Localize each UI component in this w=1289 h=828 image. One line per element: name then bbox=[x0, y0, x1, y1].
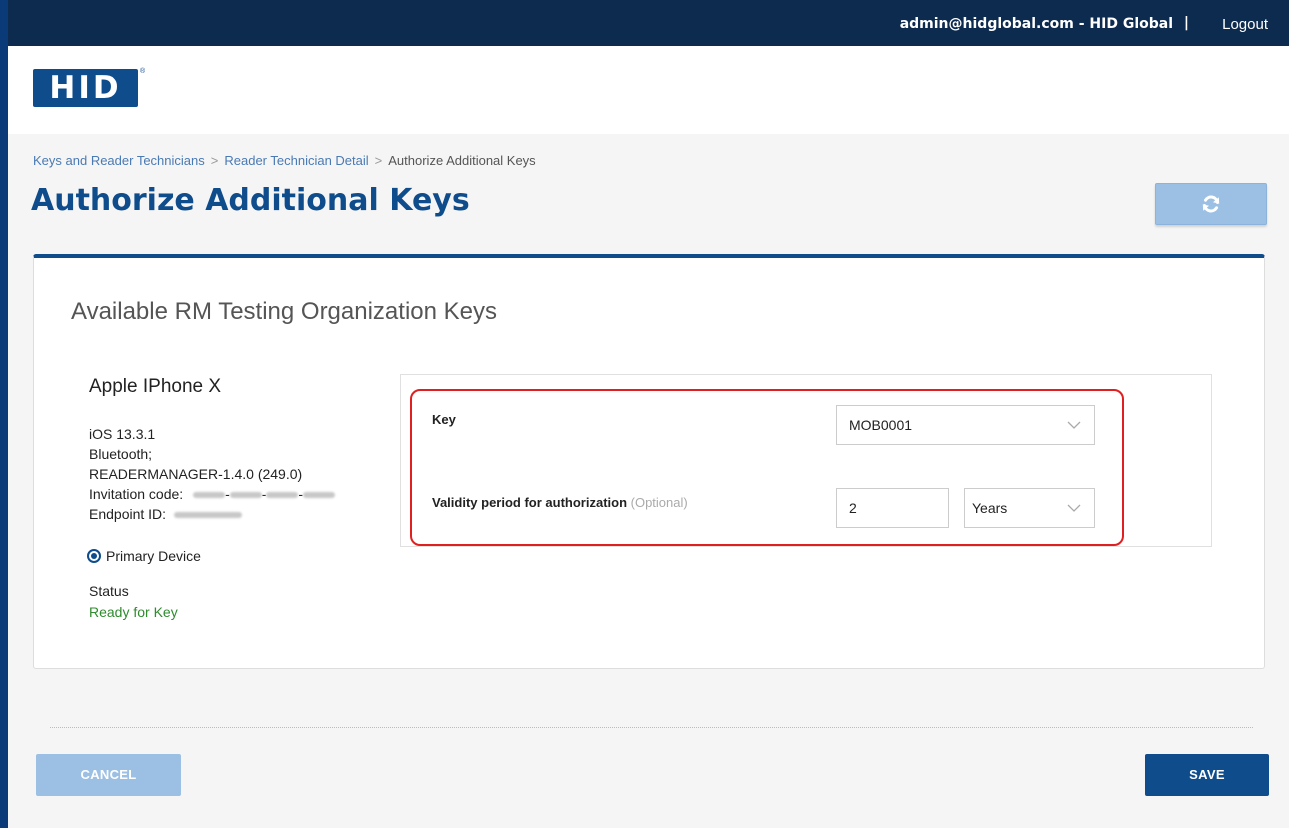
save-button[interactable]: SAVE bbox=[1145, 754, 1269, 796]
invitation-code: Invitation code: --- bbox=[89, 484, 336, 504]
header: HID ® bbox=[8, 46, 1289, 134]
key-select-value: MOB0001 bbox=[849, 417, 913, 433]
breadcrumb-reader-technician-detail[interactable]: Reader Technician Detail bbox=[224, 153, 368, 168]
validity-label-text: Validity period for authorization bbox=[432, 495, 628, 510]
cancel-button[interactable]: CANCEL bbox=[36, 754, 181, 796]
breadcrumb: Keys and Reader Technicians > Reader Techn… bbox=[33, 153, 536, 168]
primary-device-option[interactable]: Primary Device bbox=[87, 548, 201, 564]
invitation-code-value-redacted: --- bbox=[187, 486, 336, 502]
device-connection: Bluetooth; bbox=[89, 446, 153, 462]
divider bbox=[50, 727, 1253, 728]
endpoint-id: Endpoint ID: bbox=[89, 504, 335, 524]
device-os: iOS 13.3.1 bbox=[89, 426, 156, 442]
window-frame bbox=[0, 0, 8, 828]
logout-link[interactable]: Logout bbox=[1222, 16, 1268, 33]
breadcrumb-separator: > bbox=[210, 153, 219, 168]
page-title: Authorize Additional Keys bbox=[31, 183, 470, 218]
endpoint-id-label: Endpoint ID: bbox=[89, 506, 167, 522]
account-info: admin@hidglobal.com - HID Global bbox=[899, 16, 1173, 32]
validity-unit-select[interactable]: Years bbox=[964, 488, 1095, 528]
card-title: Available RM Testing Organization Keys bbox=[71, 298, 497, 325]
chevron-down-icon bbox=[1067, 504, 1081, 512]
key-select[interactable]: MOB0001 bbox=[836, 405, 1095, 445]
top-bar: admin@hidglobal.com - HID Global | Logou… bbox=[8, 0, 1289, 46]
validity-period-input[interactable]: 2 bbox=[836, 488, 949, 528]
device-details: iOS 13.3.1 Bluetooth; READERMANAGER-1.4.… bbox=[89, 424, 336, 524]
status-label: Status bbox=[89, 583, 129, 599]
validity-label: Validity period for authorization (Optio… bbox=[432, 495, 688, 510]
validity-optional-hint: (Optional) bbox=[630, 495, 688, 510]
hid-logo[interactable]: HID bbox=[33, 69, 138, 107]
breadcrumb-separator: > bbox=[374, 153, 383, 168]
breadcrumb-current: Authorize Additional Keys bbox=[388, 153, 536, 168]
topbar-separator: | bbox=[1183, 15, 1189, 31]
breadcrumb-keys-and-reader-technicians[interactable]: Keys and Reader Technicians bbox=[33, 153, 205, 168]
refresh-icon bbox=[1202, 195, 1220, 213]
validity-unit-value: Years bbox=[972, 500, 1008, 516]
status-value: Ready for Key bbox=[89, 604, 178, 620]
refresh-button[interactable] bbox=[1155, 183, 1267, 225]
endpoint-id-value-redacted bbox=[173, 512, 242, 519]
device-name: Apple IPhone X bbox=[89, 376, 222, 397]
chevron-down-icon bbox=[1067, 421, 1081, 429]
radio-selected-icon bbox=[87, 549, 101, 563]
logo-trademark: ® bbox=[140, 68, 146, 75]
key-label: Key bbox=[432, 412, 456, 427]
invitation-code-label: Invitation code: bbox=[89, 486, 184, 502]
primary-device-label: Primary Device bbox=[106, 548, 201, 564]
device-app-version: READERMANAGER-1.4.0 (249.0) bbox=[89, 466, 303, 482]
keys-card: Available RM Testing Organization Keys A… bbox=[33, 254, 1265, 669]
